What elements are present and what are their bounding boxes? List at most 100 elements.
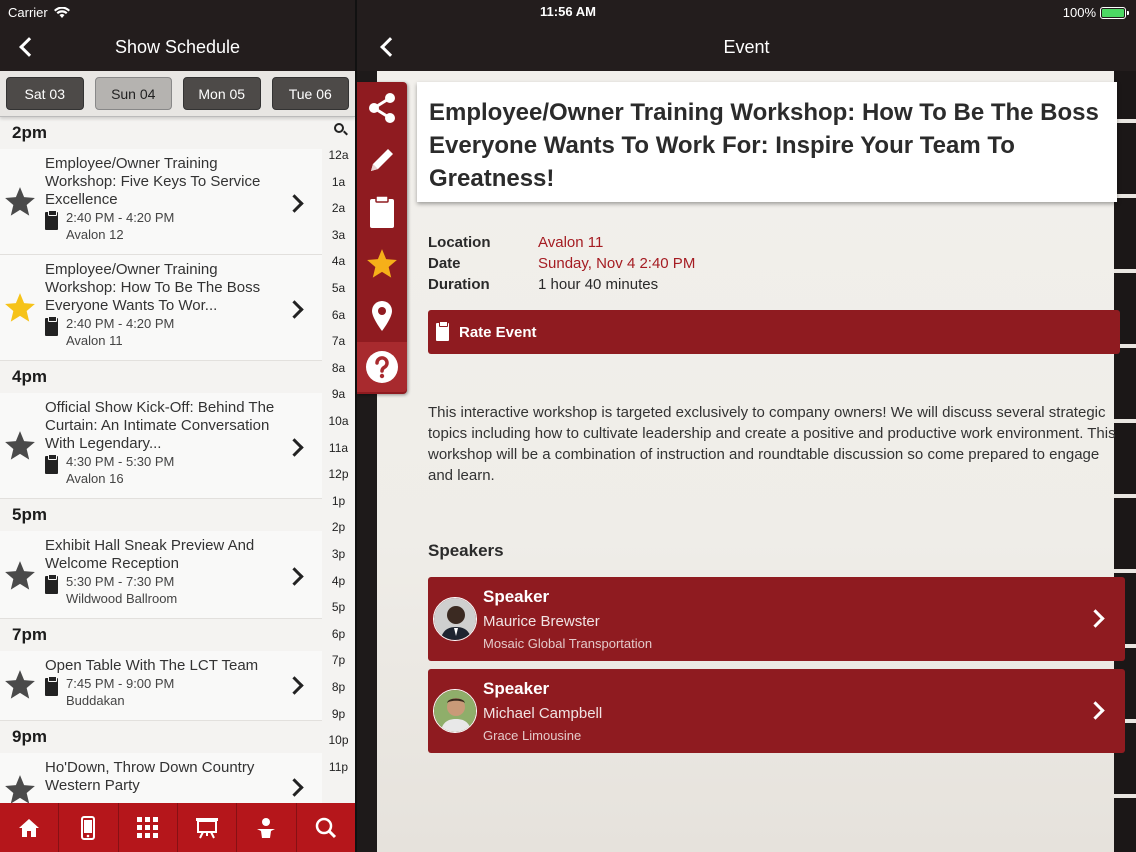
event-nav-title: Event	[723, 37, 770, 57]
list-item[interactable]: Exhibit Hall Sneak Preview And Welcome R…	[0, 531, 322, 619]
time-index-label[interactable]: 1p	[322, 494, 355, 508]
hour-header: 9pm	[12, 727, 47, 746]
rate-event-button[interactable]: Rate Event	[428, 310, 1120, 354]
day-tab-tue[interactable]: Tue 06	[271, 77, 349, 110]
battery-label: 100%	[1062, 5, 1096, 20]
clipboard-icon	[45, 574, 58, 594]
tab-search[interactable]	[297, 803, 355, 852]
clipboard-icon	[45, 316, 58, 336]
time-index-label[interactable]: 7a	[322, 334, 355, 348]
star-icon[interactable]	[3, 668, 37, 702]
tab-person[interactable]	[237, 803, 297, 852]
search-icon[interactable]	[334, 123, 344, 133]
event-title-card: Employee/Owner Training Workshop: How To…	[417, 82, 1117, 202]
map-button[interactable]	[357, 290, 407, 342]
time-index-label[interactable]: 6a	[322, 308, 355, 322]
star-icon[interactable]	[3, 429, 37, 463]
tab-bar	[0, 803, 355, 852]
favorite-button[interactable]	[357, 238, 407, 290]
person-icon	[257, 817, 276, 838]
duration-label: Duration	[428, 276, 490, 293]
map-pin-icon	[372, 301, 392, 331]
time-index-label[interactable]: 3p	[322, 547, 355, 561]
speakers-heading: Speakers	[428, 541, 504, 560]
event-title: Employee/Owner Training Workshop: How To…	[429, 99, 1099, 192]
time-index-label[interactable]: 10p	[322, 733, 355, 747]
time-index-label[interactable]: 2a	[322, 201, 355, 215]
time-index-label[interactable]: 8p	[322, 680, 355, 694]
event-description: This interactive workshop is targeted ex…	[428, 404, 1116, 484]
time-index-label[interactable]: 9p	[322, 707, 355, 721]
hour-header: 7pm	[12, 625, 47, 644]
note-button[interactable]	[357, 134, 407, 186]
time-index-label[interactable]: 10a	[322, 414, 355, 428]
time-index[interactable]: 12a 1a 2a 3a 4a 5a 6a 7a 8a 9a 10a 11a 12p 1p 2p 3p 4p 5p…	[322, 117, 355, 803]
time-index-label[interactable]: 4p	[322, 574, 355, 588]
event-title: Employee/Owner Training Workshop: Five K…	[45, 155, 261, 208]
help-button[interactable]	[357, 342, 407, 392]
time-index-label[interactable]: 2p	[322, 520, 355, 534]
time-index-label[interactable]: 7p	[322, 653, 355, 667]
survey-button[interactable]	[357, 186, 407, 238]
time-index-label[interactable]: 6p	[322, 627, 355, 641]
time-index-label[interactable]: 3a	[322, 228, 355, 242]
time-index-label[interactable]: 12p	[322, 467, 355, 481]
time-index-label[interactable]: 4a	[322, 254, 355, 268]
battery: 100%	[1062, 5, 1129, 20]
tab-home[interactable]	[0, 803, 60, 852]
event-title: Open Table With The LCT Team	[45, 657, 259, 674]
star-icon[interactable]	[3, 559, 37, 593]
time-index-label[interactable]: 11p	[322, 760, 355, 774]
list-item[interactable]: Open Table With The LCT Team 7:45 PM - 9…	[0, 651, 322, 721]
tab-presentation[interactable]	[178, 803, 238, 852]
chevron-right-icon[interactable]	[288, 568, 302, 582]
chevron-right-icon[interactable]	[288, 195, 302, 209]
chevron-right-icon[interactable]	[288, 301, 302, 315]
time-index-label[interactable]: 5a	[322, 281, 355, 295]
event-location: Avalon 16	[66, 471, 124, 486]
list-item[interactable]: Ho'Down, Throw Down Country Western Part…	[0, 753, 322, 803]
speaker-card[interactable]: Speaker Maurice Brewster Mosaic Global T…	[428, 577, 1125, 661]
speaker-card[interactable]: Speaker Michael Campbell Grace Limousine	[428, 669, 1125, 753]
schedule-list[interactable]: 2pm Employee/Owner Training Workshop: Fi…	[0, 117, 322, 803]
time-index-label[interactable]: 9a	[322, 387, 355, 401]
event-time: 5:30 PM - 7:30 PM	[66, 574, 175, 589]
day-tab-sat[interactable]: Sat 03	[6, 77, 84, 110]
time-index-label[interactable]: 5p	[322, 600, 355, 614]
star-icon	[367, 249, 397, 278]
action-rail	[357, 82, 407, 394]
day-tab-mon[interactable]: Mon 05	[183, 77, 261, 110]
schedule-title: Show Schedule	[114, 37, 241, 57]
list-item[interactable]: Employee/Owner Training Workshop: How To…	[0, 255, 322, 361]
clipboard-icon	[370, 195, 394, 228]
hour-header: 4pm	[12, 367, 47, 386]
time-index-label[interactable]: 8a	[322, 361, 355, 375]
tab-device[interactable]	[59, 803, 119, 852]
event-time: 2:40 PM - 4:20 PM	[66, 210, 175, 225]
speaker-name: Maurice Brewster	[483, 613, 600, 630]
speaker-role: Speaker	[483, 587, 550, 606]
chevron-right-icon[interactable]	[288, 677, 302, 691]
time-index-label[interactable]: 11a	[322, 441, 355, 455]
star-icon[interactable]	[3, 291, 37, 325]
status-bar: Carrier 11:56 AM 100%	[0, 0, 1136, 24]
event-time: 2:40 PM - 4:20 PM	[66, 316, 175, 331]
list-item[interactable]: Official Show Kick-Off: Behind The Curta…	[0, 393, 322, 499]
chevron-right-icon	[1089, 610, 1103, 624]
star-icon[interactable]	[3, 185, 37, 219]
date-link[interactable]: Sunday, Nov 4 2:40 PM	[538, 255, 695, 272]
event-location: Avalon 12	[66, 227, 124, 242]
time-index-label[interactable]: 1a	[322, 175, 355, 189]
help-icon	[366, 351, 398, 383]
chevron-right-icon[interactable]	[288, 439, 302, 453]
day-tab-sun[interactable]: Sun 04	[94, 77, 172, 110]
chevron-right-icon[interactable]	[288, 779, 302, 793]
event-time: 7:45 PM - 9:00 PM	[66, 676, 175, 691]
list-item[interactable]: Employee/Owner Training Workshop: Five K…	[0, 149, 322, 255]
clipboard-icon	[45, 676, 58, 696]
star-icon[interactable]	[3, 773, 37, 803]
time-index-label[interactable]: 12a	[322, 148, 355, 162]
tab-grid[interactable]	[119, 803, 178, 852]
location-link[interactable]: Avalon 11	[538, 234, 603, 251]
share-button[interactable]	[357, 82, 407, 134]
